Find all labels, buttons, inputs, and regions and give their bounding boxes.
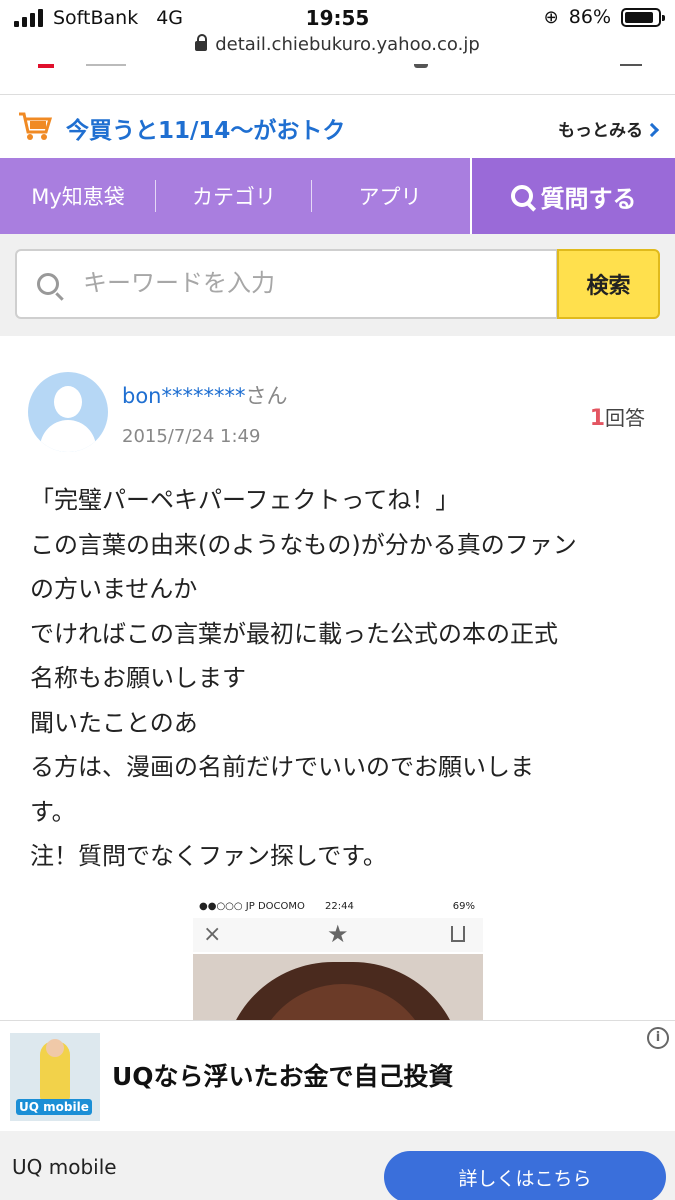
search-area: 検索 (0, 234, 675, 336)
embedded-time: 22:44 (325, 901, 354, 912)
url-bar[interactable]: detail.chiebukuro.yahoo.co.jp (0, 34, 675, 64)
promo-more-link[interactable]: もっとみる (558, 116, 660, 141)
status-bar-right: ⊕ 86% (543, 6, 665, 28)
star-icon: ★ (327, 920, 349, 948)
nav-category[interactable]: カテゴリ (156, 158, 312, 234)
question-line: でければこの言葉が最初に載った公式の本の正式 (30, 619, 558, 648)
question-line: この言葉の由来(のようなもの)が分かる真のファン (30, 530, 577, 559)
question-line: 「完璧パーペキパーフェクトってね！」 (30, 486, 460, 514)
user-name-link[interactable]: bon********さん (122, 380, 288, 410)
ad-footer: UQ mobile 詳しくはこちら (0, 1131, 675, 1200)
battery-percent: 86% (568, 6, 611, 28)
ask-question-label: 質問する (540, 184, 637, 213)
ad-headline: UQなら浮いたお金で自己投資 (112, 1062, 454, 1091)
search-button[interactable]: 検索 (557, 249, 660, 319)
nav-item-label: アプリ (358, 185, 422, 209)
share-icon (451, 926, 465, 942)
lock-icon (195, 34, 208, 51)
ad-thumbnail: UQ mobile (10, 1033, 100, 1121)
orientation-lock-icon: ⊕ (543, 6, 559, 28)
nav-my-chiebukuro[interactable]: My知恵袋 (0, 158, 156, 234)
embedded-battery: 69% (452, 901, 475, 912)
ask-question-button[interactable]: 質問する (470, 158, 675, 234)
ad-thumb-logo: UQ mobile (16, 1099, 92, 1115)
embedded-status-bar: ●●○○○ JP DOCOMO 22:44 69% (193, 896, 483, 918)
promo-text: 今買うと11/14〜がおトク (66, 118, 346, 144)
url-text: detail.chiebukuro.yahoo.co.jp (215, 34, 480, 55)
user-name-suffix: さん (245, 384, 288, 408)
nav-item-label: My知恵袋 (31, 185, 125, 209)
ad-brand: UQ mobile (12, 1155, 117, 1179)
answer-count[interactable]: 1回答 (590, 402, 645, 431)
question-line: 名称もお願いします (30, 664, 246, 692)
search-input[interactable] (83, 269, 543, 297)
question-body: 「完璧パーペキパーフェクトってね！」 この言葉の由来(のようなもの)が分かる真の… (30, 478, 650, 879)
answer-count-label: 回答 (605, 406, 645, 430)
divider (0, 94, 675, 95)
ad-info-icon[interactable]: i (647, 1027, 669, 1049)
close-icon: × (203, 922, 222, 947)
ad-cta-button[interactable]: 詳しくはこちら (384, 1151, 666, 1200)
scrolled-header-remnant (0, 64, 675, 74)
user-silhouette-icon (54, 386, 82, 418)
question-attached-image[interactable]: ●●○○○ JP DOCOMO 22:44 69% × ★ (193, 896, 483, 1020)
promo-more-label: もっとみる (558, 121, 643, 141)
embedded-toolbar: × ★ (193, 918, 483, 952)
battery-icon (621, 7, 665, 27)
avatar[interactable] (28, 372, 108, 452)
search-icon (37, 273, 59, 295)
user-name: bon******** (122, 384, 246, 408)
answer-count-number: 1 (589, 406, 605, 431)
embedded-carrier: ●●○○○ JP DOCOMO (199, 901, 305, 912)
embedded-photo (193, 954, 483, 1020)
ad-banner[interactable]: UQ mobile i UQなら浮いたお金で自己投資 UQ mobile 詳しく… (0, 1020, 675, 1200)
nav-item-label: カテゴリ (192, 185, 276, 209)
search-question-icon (510, 185, 533, 207)
nav-app[interactable]: アプリ (312, 158, 468, 234)
question-line: す。 (30, 797, 76, 826)
question-line: 注！質問でなくファン探しです。 (30, 842, 387, 870)
question-line: 聞いたことのあ (30, 708, 198, 737)
post-date: 2015/7/24 1:49 (122, 426, 261, 447)
status-bar: SoftBank 4G 19:55 ⊕ 86% (0, 0, 675, 36)
main-nav: My知恵袋 カテゴリ アプリ 質問する (0, 158, 675, 234)
question-line: る方は、漫画の名前だけでいいのでお願いしま (30, 753, 534, 781)
question-header: bon********さん 2015/7/24 1:49 1回答 (0, 336, 675, 466)
promo-banner[interactable]: 今買うと11/14〜がおトク もっとみる (0, 96, 675, 158)
cart-icon (19, 112, 52, 140)
chevron-right-icon (644, 122, 660, 138)
search-box[interactable] (15, 249, 558, 319)
question-line: の方いませんか (30, 575, 198, 603)
